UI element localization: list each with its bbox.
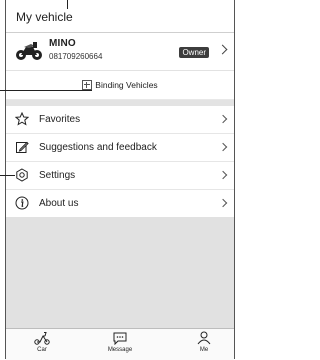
vehicle-number: 081709260664 <box>49 52 103 61</box>
star-icon <box>15 112 29 126</box>
chevron-right-icon <box>218 170 228 180</box>
chevron-right-icon <box>218 198 228 208</box>
page-title: My vehicle <box>16 10 73 24</box>
motorcycle-icon <box>16 42 42 60</box>
edit-icon <box>16 141 29 153</box>
vehicle-card[interactable]: MINO 081709260664 Owner <box>6 32 234 71</box>
add-box-icon <box>82 80 93 90</box>
menu-item-about[interactable]: About us <box>6 190 234 218</box>
tab-me[interactable]: Me <box>184 331 224 353</box>
menu-item-label: Favorites <box>39 114 81 125</box>
menu-item-label: About us <box>39 198 79 209</box>
callout-line <box>67 0 68 9</box>
scooter-icon <box>34 332 50 345</box>
callout-line <box>0 175 15 176</box>
tab-message[interactable]: Message <box>100 331 140 353</box>
vehicle-name: MINO <box>49 38 76 49</box>
chat-icon <box>113 332 127 345</box>
callout-line <box>0 90 92 91</box>
tab-bar: Car Message Me <box>6 328 234 360</box>
tab-label: Me <box>199 347 209 353</box>
chevron-right-icon <box>218 114 228 124</box>
header: My vehicle <box>6 0 234 33</box>
chevron-right-icon <box>218 142 228 152</box>
tab-label: Message <box>107 347 133 353</box>
tab-car[interactable]: Car <box>22 331 62 353</box>
info-icon <box>15 196 29 210</box>
menu-item-label: Suggestions and feedback <box>39 142 157 153</box>
empty-area <box>6 217 234 328</box>
person-icon <box>197 331 211 345</box>
gear-icon <box>16 168 28 182</box>
menu-item-favorites[interactable]: Favorites <box>6 106 234 134</box>
app-frame: My vehicle MINO 081709260664 Owner Bindi… <box>5 0 235 360</box>
chevron-right-icon <box>217 44 228 55</box>
binding-vehicles-button[interactable]: Binding Vehicles <box>6 71 234 100</box>
settings-menu: Favorites Suggestions and feedback Setti… <box>6 106 234 218</box>
tab-label: Car <box>37 347 47 353</box>
menu-item-label: Settings <box>39 170 76 181</box>
owner-badge: Owner <box>179 47 209 58</box>
menu-item-settings[interactable]: Settings <box>6 162 234 190</box>
menu-item-suggestions[interactable]: Suggestions and feedback <box>6 134 234 162</box>
binding-vehicles-label: Binding Vehicles <box>95 80 158 90</box>
